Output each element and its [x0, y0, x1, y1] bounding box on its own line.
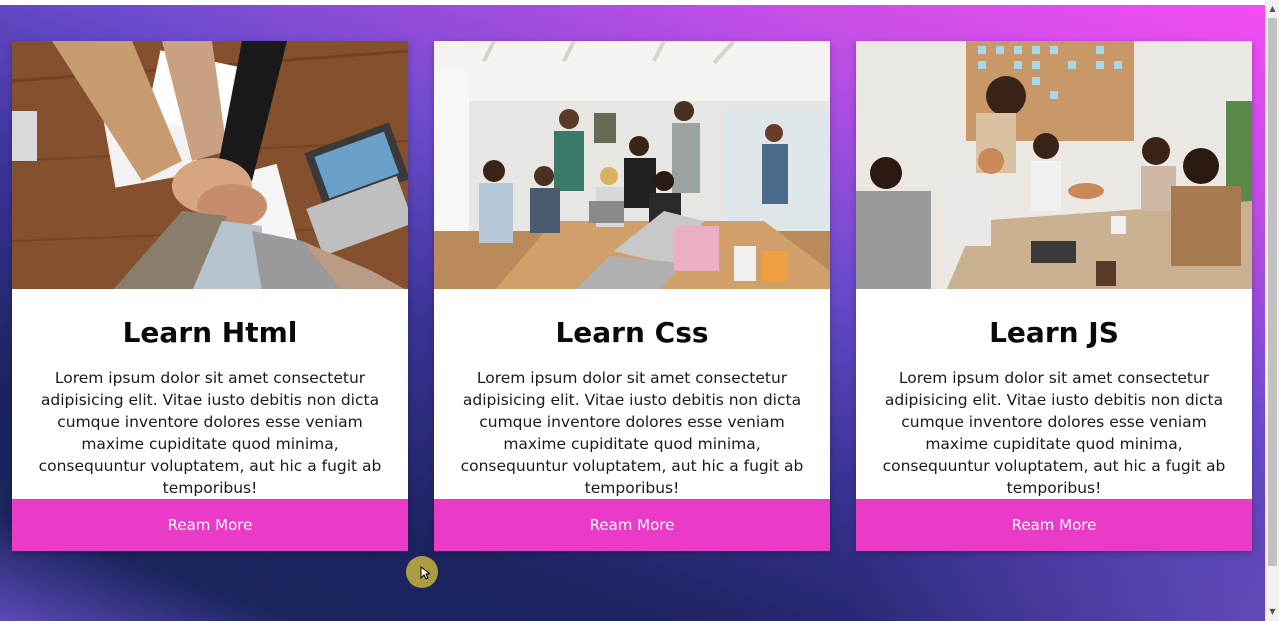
card-title: Learn JS [989, 315, 1119, 349]
card-image-handshake [856, 41, 1252, 289]
card-learn-js: Learn JS Lorem ipsum dolor sit amet cons… [856, 41, 1252, 551]
card-title: Learn Html [122, 315, 298, 349]
card-body: Learn JS Lorem ipsum dolor sit amet cons… [856, 289, 1252, 499]
card-body: Learn Css Lorem ipsum dolor sit amet con… [434, 289, 830, 499]
card-body: Learn Html Lorem ipsum dolor sit amet co… [12, 289, 408, 499]
card-learn-html: Learn Html Lorem ipsum dolor sit amet co… [12, 41, 408, 551]
hands-photo [12, 41, 408, 289]
handshake-photo [856, 41, 1252, 289]
card-description: Lorem ipsum dolor sit amet consectetur a… [38, 368, 382, 497]
read-more-button[interactable]: Ream More [12, 498, 408, 551]
chevron-down-icon[interactable]: ▼ [1266, 605, 1279, 619]
browser-viewport: Learn Html Lorem ipsum dolor sit amet co… [0, 0, 1279, 621]
card-image-team-meeting [434, 41, 830, 289]
scrollbar-thumb[interactable] [1268, 18, 1277, 566]
card-row: Learn Html Lorem ipsum dolor sit amet co… [12, 41, 1252, 551]
card-image-teamwork-hands [12, 41, 408, 289]
vertical-scrollbar[interactable]: ▲ ▼ [1265, 0, 1279, 621]
read-more-button[interactable]: Ream More [434, 498, 830, 551]
card-learn-css: Learn Css Lorem ipsum dolor sit amet con… [434, 41, 830, 551]
card-title: Learn Css [555, 315, 709, 349]
meeting-photo [434, 41, 830, 289]
read-more-button[interactable]: Ream More [856, 498, 1252, 551]
card-description: Lorem ipsum dolor sit amet consectetur a… [460, 368, 804, 497]
card-description: Lorem ipsum dolor sit amet consectetur a… [882, 368, 1226, 497]
chevron-up-icon[interactable]: ▲ [1266, 2, 1279, 16]
mouse-pointer-icon [406, 556, 438, 588]
